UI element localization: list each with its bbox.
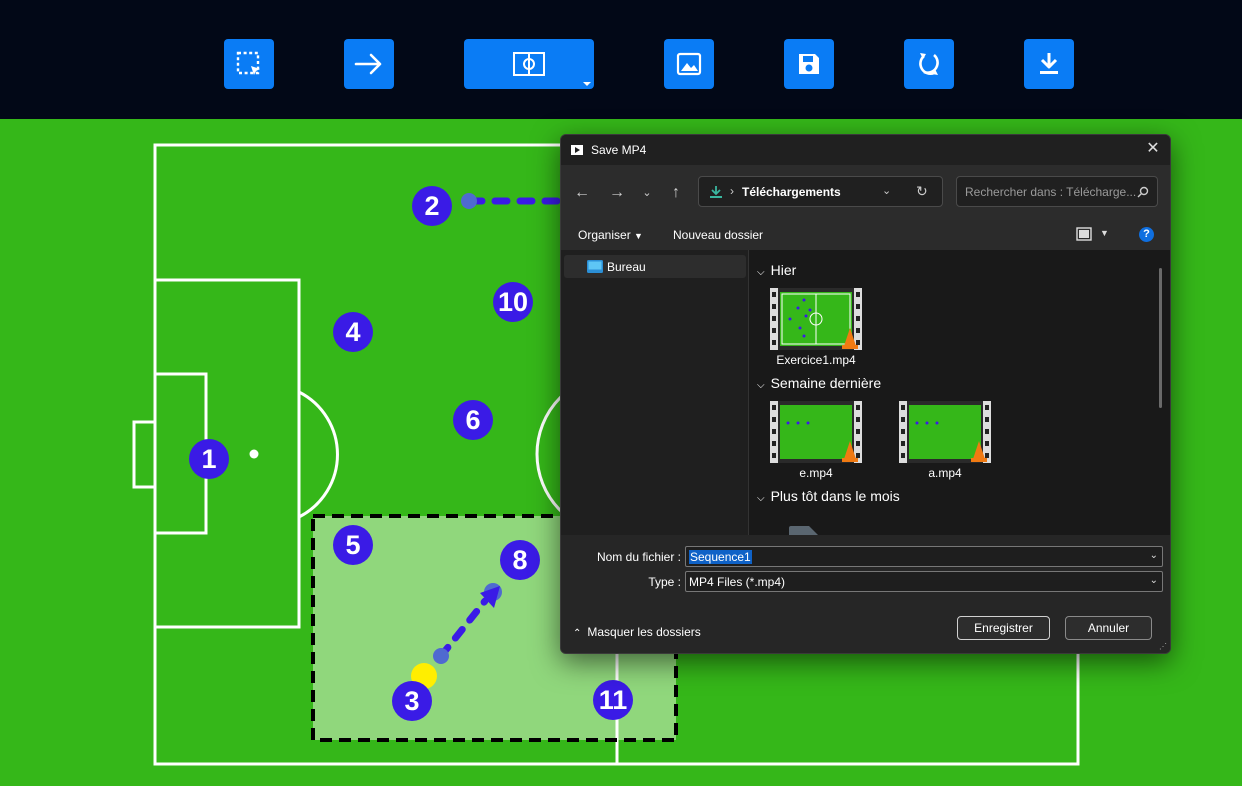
search-placeholder: Rechercher dans : Télécharge...	[965, 185, 1137, 199]
chevron-down-icon: ⌵	[757, 380, 765, 391]
arrow-right-icon	[354, 53, 382, 75]
run-start	[433, 648, 449, 664]
command-bar: Organiser ▼ Nouveau dossier ▼ ?	[561, 220, 1170, 250]
resize-grip-icon[interactable]: ⋰	[1159, 642, 1167, 651]
save-dialog-button[interactable]: Enregistrer	[957, 616, 1050, 640]
filename-value: Sequence1	[689, 550, 752, 564]
sidebar-item-bureau[interactable]: Bureau	[564, 255, 746, 278]
group-header-semaine[interactable]: ⌵ Semaine dernière	[757, 375, 881, 391]
breadcrumb-separator-icon: ›	[730, 184, 734, 198]
toolbar	[0, 0, 1242, 119]
download-button[interactable]	[1024, 39, 1074, 89]
group-header-hier[interactable]: ⌵ Hier	[757, 262, 796, 278]
recent-dropdown-icon[interactable]: ⌄	[637, 183, 657, 203]
address-bar[interactable]: › Téléchargements ⌄ ↻	[698, 176, 943, 207]
player-1[interactable]: 1	[189, 439, 229, 479]
view-mode-icon[interactable]	[1076, 227, 1092, 241]
chevron-down-icon: ⌵	[757, 493, 765, 504]
file-name: Exercice1.mp4	[776, 353, 856, 367]
player-11[interactable]: 11	[593, 680, 633, 720]
chevron-down-icon: ⌵	[757, 267, 765, 278]
help-icon[interactable]: ?	[1139, 227, 1154, 242]
player-3[interactable]: 3	[392, 681, 432, 721]
view-dropdown-icon[interactable]: ▼	[1100, 228, 1109, 238]
organise-menu[interactable]: Organiser ▼	[578, 228, 643, 242]
field-view-button[interactable]	[464, 39, 594, 89]
file-type-select[interactable]: MP4 Files (*.mp4) ⌄	[685, 571, 1163, 592]
file-name: e.mp4	[799, 466, 833, 480]
refresh-icon	[919, 53, 939, 75]
save-button[interactable]	[784, 39, 834, 89]
save-dialog: Save MP4 ✕ ← → ⌄ ↑ › Téléchargements ⌄ ↻…	[560, 134, 1171, 654]
back-icon[interactable]: ←	[572, 183, 592, 203]
search-icon	[1137, 186, 1149, 198]
download-folder-icon	[710, 186, 722, 198]
chevron-up-icon: ⌃	[573, 628, 582, 639]
file-list: ⌵ Hier ⌵ Semaine dernière ⌵ Plus tôt dans l…	[749, 250, 1170, 538]
up-icon[interactable]: ↑	[666, 183, 686, 203]
chevron-down-icon[interactable]: ⌄	[882, 184, 891, 197]
hide-folders-toggle[interactable]: ⌃ Masquer les dossiers	[573, 625, 701, 639]
player-2[interactable]: 2	[412, 186, 452, 226]
forward-icon[interactable]: →	[607, 183, 627, 203]
player-8[interactable]: 8	[500, 540, 540, 580]
chevron-down-icon[interactable]: ⌄	[1150, 550, 1158, 561]
chevron-down-icon	[583, 82, 591, 86]
sidebar-item-label: Bureau	[607, 260, 646, 274]
dialog-titlebar[interactable]: Save MP4 ✕	[561, 135, 1170, 165]
scrollbar[interactable]	[1159, 268, 1162, 408]
select-area-icon	[236, 51, 260, 75]
download-icon	[1040, 53, 1058, 74]
breadcrumb[interactable]: Téléchargements	[742, 185, 841, 199]
arrow-tool-button[interactable]	[344, 39, 394, 89]
search-input[interactable]: Rechercher dans : Télécharge...	[956, 176, 1158, 207]
cancel-button[interactable]: Annuler	[1065, 616, 1152, 640]
type-label: Type :	[648, 575, 681, 589]
save-icon	[799, 54, 819, 74]
app-icon	[571, 145, 583, 155]
image-button[interactable]	[664, 39, 714, 89]
player-5[interactable]: 5	[333, 525, 373, 565]
close-icon[interactable]: ✕	[1144, 140, 1162, 158]
image-icon	[676, 52, 702, 76]
player-6[interactable]: 6	[453, 400, 493, 440]
file-type-value: MP4 Files (*.mp4)	[689, 575, 786, 589]
filename-field[interactable]: Sequence1 ⌄	[685, 546, 1163, 567]
filename-label: Nom du fichier :	[596, 550, 681, 564]
file-name: a.mp4	[928, 466, 962, 480]
nav-bar: ← → ⌄ ↑ › Téléchargements ⌄ ↻ Rechercher…	[561, 165, 1170, 220]
dialog-footer: Nom du fichier : Sequence1 ⌄ Type : MP4 …	[561, 535, 1170, 653]
video-thumbnail-icon	[899, 401, 991, 463]
group-header-plus-tot[interactable]: ⌵ Plus tôt dans le mois	[757, 488, 900, 504]
refresh-icon[interactable]: ↻	[916, 183, 928, 200]
player-10[interactable]: 10	[493, 282, 533, 322]
desktop-folder-icon	[587, 260, 603, 273]
new-folder-button[interactable]: Nouveau dossier	[673, 228, 763, 242]
navigation-pane: Bureau	[561, 250, 749, 535]
player-4[interactable]: 4	[333, 312, 373, 352]
video-thumbnail-icon	[770, 288, 862, 350]
pass-start	[461, 193, 477, 209]
select-area-button[interactable]	[224, 39, 274, 89]
caret-down-icon: ▼	[634, 231, 643, 241]
field-icon	[513, 52, 545, 76]
video-thumbnail-icon	[770, 401, 862, 463]
chevron-down-icon[interactable]: ⌄	[1150, 575, 1158, 586]
reset-button[interactable]	[904, 39, 954, 89]
dialog-title: Save MP4	[591, 143, 647, 157]
